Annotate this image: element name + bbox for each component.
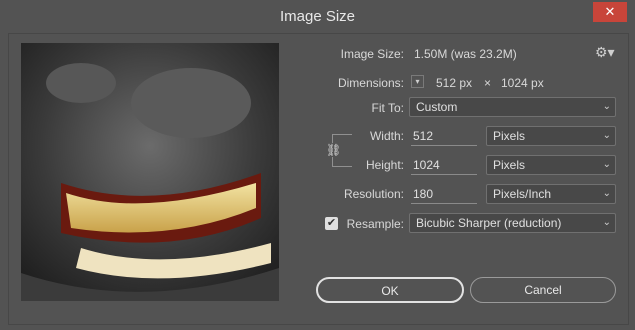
close-icon: ✕ [604, 4, 616, 19]
dimensions-label: Dimensions: [337, 76, 404, 90]
image-size-label: Image Size: [340, 47, 404, 61]
resample-value: Bicubic Sharper (reduction) [416, 216, 562, 230]
chevron-down-icon: ⌄ [602, 159, 611, 170]
chevron-down-icon: ⌄ [602, 217, 611, 228]
dimensions-unit-dropdown[interactable]: ▾ [411, 75, 424, 88]
width-input[interactable]: 512 [411, 126, 477, 146]
dimensions-x: × [484, 76, 492, 90]
resolution-label: Resolution: [343, 187, 404, 201]
height-label: Height: [365, 158, 404, 172]
chevron-down-icon: ⌄ [602, 188, 611, 199]
fit-to-dropdown[interactable]: Custom ⌄ [409, 97, 616, 117]
dimensions-height: 1024 px [501, 76, 544, 90]
height-unit-dropdown[interactable]: Pixels ⌄ [486, 155, 616, 175]
ok-button[interactable]: OK [316, 277, 464, 303]
preview-image [21, 43, 279, 301]
image-size-value: 1.50M (was 23.2M) [414, 47, 517, 61]
height-input[interactable]: 1024 [411, 155, 477, 175]
chevron-down-icon: ⌄ [602, 101, 611, 112]
resample-dropdown[interactable]: Bicubic Sharper (reduction) ⌄ [409, 213, 616, 233]
resolution-unit-dropdown[interactable]: Pixels/Inch ⌄ [486, 184, 616, 204]
image-size-dialog: Image Size: 1.50M (was 23.2M) ⚙▾ Dimensi… [8, 33, 629, 325]
fit-to-value: Custom [416, 100, 458, 114]
gear-icon[interactable]: ⚙▾ [595, 44, 615, 61]
fit-to-label: Fit To: [371, 101, 404, 115]
title-bar: Image Size ✕ [0, 0, 635, 32]
close-button[interactable]: ✕ [593, 2, 627, 22]
window-title: Image Size [279, 8, 356, 25]
chevron-down-icon: ⌄ [602, 130, 611, 141]
width-unit-dropdown[interactable]: Pixels ⌄ [486, 126, 616, 146]
resolution-input[interactable]: 180 [411, 184, 477, 204]
height-unit-value: Pixels [493, 158, 526, 172]
resample-checkbox[interactable]: ✔ [325, 217, 338, 230]
cancel-button[interactable]: Cancel [470, 277, 616, 303]
resolution-unit-value: Pixels/Inch [493, 187, 552, 201]
resample-label: Resample: [346, 217, 404, 231]
width-label: Width: [369, 129, 404, 143]
chain-link-icon[interactable]: ⛓ [326, 143, 341, 157]
width-unit-value: Pixels [493, 129, 526, 143]
dimensions-width: 512 px [436, 76, 473, 90]
image-preview[interactable] [21, 43, 279, 301]
